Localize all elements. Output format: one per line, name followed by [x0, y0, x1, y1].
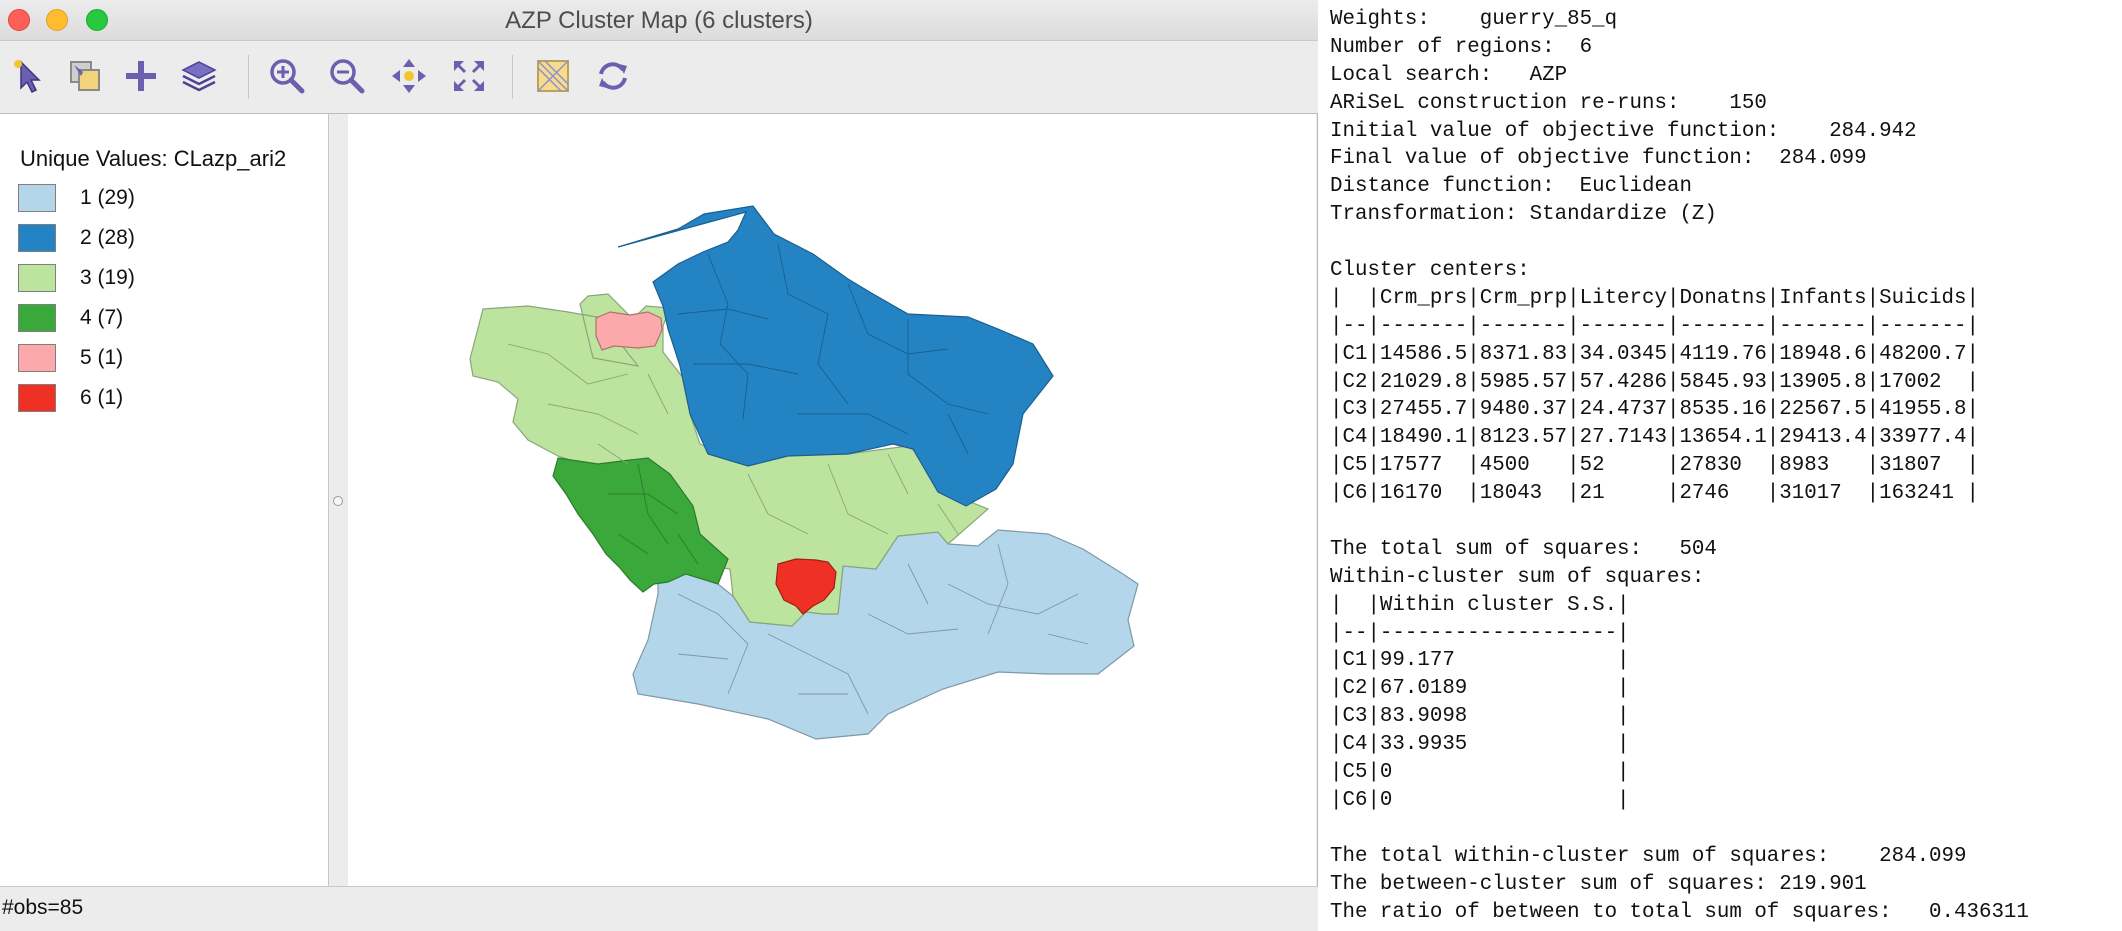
- toolbar-separator: [512, 55, 513, 99]
- console-line: Transformation: Standardize (Z): [1330, 203, 1717, 227]
- console-line: |C1|99.177 |: [1330, 649, 1630, 673]
- console-line: |C4|18490.1|8123.57|27.7143|13654.1|2941…: [1330, 426, 1979, 450]
- map-options-button[interactable]: [530, 53, 576, 99]
- console-line: The total sum of squares: 504: [1330, 537, 1717, 561]
- console-line: Distance function: Euclidean: [1330, 175, 1692, 199]
- console-line: Within-cluster sum of squares:: [1330, 565, 1705, 589]
- console-output: Weights: guerry_85_q Number of regions: 6…: [1330, 6, 2029, 926]
- title-bar[interactable]: AZP Cluster Map (6 clusters): [0, 0, 1318, 41]
- map-toolbar: [0, 41, 1318, 114]
- console-line: The between-cluster sum of squares: 219.…: [1330, 872, 1867, 896]
- add-layer-button[interactable]: [118, 53, 164, 99]
- select-shapes-button[interactable]: [62, 53, 108, 99]
- console-line: ARiSeL construction re-runs: 150: [1330, 91, 1767, 115]
- legend-swatch[interactable]: [18, 264, 56, 292]
- splitter-handle-icon[interactable]: [333, 496, 343, 506]
- window-title: AZP Cluster Map (6 clusters): [505, 7, 813, 34]
- console-line: Initial value of objective function: 284…: [1330, 119, 1917, 143]
- legend-label: 5 (1): [80, 346, 124, 369]
- console-line: Cluster centers:: [1330, 259, 1530, 283]
- fit-extent-icon: [454, 61, 484, 91]
- panel-splitter[interactable]: [329, 114, 347, 886]
- console-line: The ratio of between to total sum of squ…: [1330, 900, 2029, 924]
- map-canvas[interactable]: [348, 114, 1316, 886]
- console-line: Number of regions: 6: [1330, 35, 1593, 59]
- console-line: |C3|83.9098 |: [1330, 705, 1630, 729]
- layers-button[interactable]: [176, 53, 222, 99]
- zoom-out-icon: [330, 59, 365, 94]
- console-line: |C5|17577 |4500 |52 |27830 |8983 |31807 …: [1330, 454, 1979, 478]
- refresh-icon: [599, 62, 627, 90]
- select-pointer-icon: [14, 60, 41, 94]
- console-line: Weights: guerry_85_q: [1330, 8, 1618, 31]
- legend-label: 4 (7): [80, 306, 124, 329]
- legend-swatch[interactable]: [18, 184, 56, 212]
- console-line: Local search: AZP: [1330, 63, 1568, 87]
- console-line: |C3|27455.7|9480.37|24.4737|8535.16|2256…: [1330, 398, 1979, 422]
- console-line: Final value of objective function: 284.0…: [1330, 147, 1867, 171]
- map-legend: Unique Values: CLazp_ari2 1 (29) 2 (28) …: [0, 114, 329, 886]
- legend-label: 1 (29): [80, 186, 135, 209]
- console-line: |C2|21029.8|5985.57|57.4286|5845.93|1390…: [1330, 370, 1979, 394]
- cluster-map-window: AZP Cluster Map (6 clusters) Unique Valu…: [0, 0, 1318, 931]
- console-line: |C2|67.0189 |: [1330, 677, 1630, 701]
- map-options-icon: [537, 60, 569, 92]
- console-line: | |Within cluster S.S.|: [1330, 593, 1630, 617]
- console-line: |C1|14586.5|8371.83|34.0345|4119.76|1894…: [1330, 342, 1979, 366]
- fit-extent-button[interactable]: [446, 53, 492, 99]
- legend-swatch[interactable]: [18, 384, 56, 412]
- pan-icon: [392, 59, 426, 93]
- console-line: |--|-------------------|: [1330, 621, 1630, 645]
- console-line: | |Crm_prs|Crm_prp|Litercy|Donatns|Infan…: [1330, 286, 1979, 310]
- console-line: The total within-cluster sum of squares:…: [1330, 844, 1967, 868]
- zoom-in-button[interactable]: [264, 53, 310, 99]
- pan-button[interactable]: [386, 53, 432, 99]
- legend-label: 3 (19): [80, 266, 135, 289]
- console-line: |--|-------|-------|-------|-------|----…: [1330, 314, 1979, 338]
- refresh-button[interactable]: [590, 53, 636, 99]
- legend-swatch[interactable]: [18, 344, 56, 372]
- cluster-region-5[interactable]: [595, 311, 663, 351]
- console-line: |C6|0 |: [1330, 788, 1630, 812]
- cluster-map[interactable]: [348, 114, 1316, 886]
- console-line: |C4|33.9935 |: [1330, 733, 1630, 757]
- zoom-out-button[interactable]: [324, 53, 370, 99]
- select-pointer-button[interactable]: [6, 53, 52, 99]
- console-line: |C6|16170 |18043 |21 |2746 |31017 |16324…: [1330, 482, 1979, 506]
- legend-swatch[interactable]: [18, 304, 56, 332]
- legend-title: Unique Values: CLazp_ari2: [20, 146, 287, 171]
- toolbar-separator: [248, 55, 249, 99]
- layers-icon: [181, 61, 217, 92]
- add-layer-icon: [126, 61, 156, 91]
- results-console[interactable]: Weights: guerry_85_q Number of regions: 6…: [1320, 0, 2122, 930]
- legend-swatch[interactable]: [18, 224, 56, 252]
- zoom-in-icon: [270, 59, 305, 94]
- legend-label: 6 (1): [80, 386, 124, 409]
- observation-count: #obs=85: [2, 896, 84, 919]
- status-bar: #obs=85: [0, 886, 1318, 931]
- legend-label: 2 (28): [80, 226, 135, 249]
- console-line: |C5|0 |: [1330, 761, 1630, 785]
- select-shapes-icon: [70, 61, 100, 91]
